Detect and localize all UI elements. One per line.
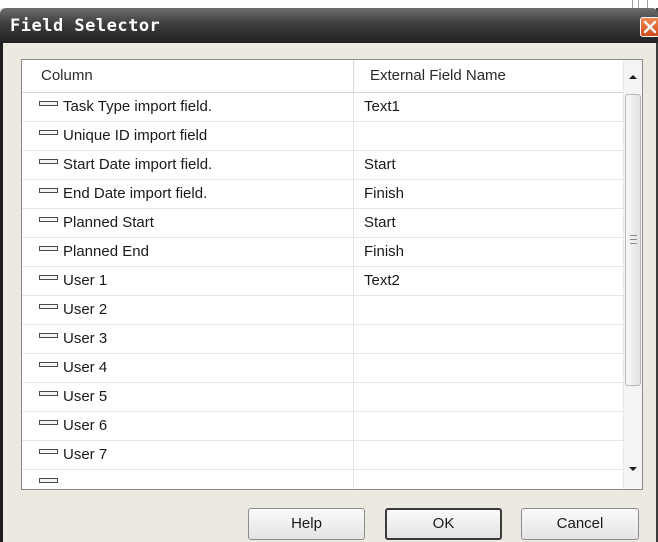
table-row[interactable]: Unique ID import field bbox=[22, 122, 623, 151]
table-row[interactable]: User 5 bbox=[22, 383, 623, 412]
background-strip bbox=[0, 0, 658, 8]
column-cell[interactable]: Task Type import field. bbox=[22, 93, 354, 121]
table-row[interactable]: User 2 bbox=[22, 296, 623, 325]
external-field-cell[interactable] bbox=[354, 470, 623, 489]
column-cell[interactable]: User 4 bbox=[22, 354, 354, 382]
chevron-up-icon bbox=[629, 75, 637, 79]
field-icon bbox=[39, 420, 58, 425]
field-icon bbox=[39, 449, 58, 454]
table-row[interactable]: User 6 bbox=[22, 412, 623, 441]
table-row[interactable]: Planned End Finish bbox=[22, 238, 623, 267]
external-field-cell[interactable] bbox=[354, 354, 623, 382]
column-cell[interactable]: User 7 bbox=[22, 441, 354, 469]
column-cell-label: Planned Start bbox=[63, 214, 154, 231]
column-header-external-field-name[interactable]: External Field Name bbox=[354, 60, 623, 92]
table-row[interactable]: User 4 bbox=[22, 354, 623, 383]
cancel-button[interactable]: Cancel bbox=[521, 508, 639, 540]
external-field-cell[interactable] bbox=[354, 296, 623, 324]
column-cell-label: User 1 bbox=[63, 272, 108, 289]
dialog-title: Field Selector bbox=[10, 16, 161, 36]
column-cell[interactable]: End Date import field. bbox=[22, 180, 354, 208]
close-icon bbox=[643, 20, 657, 34]
column-cell-label: Task Type import field. bbox=[63, 98, 212, 115]
grid-rows: Task Type import field. Text1 Unique ID im… bbox=[22, 93, 623, 489]
title-bar[interactable]: Field Selector bbox=[0, 8, 658, 43]
chevron-down-icon bbox=[629, 467, 637, 471]
grip-icon bbox=[630, 235, 637, 244]
column-cell-label: Start Date import field. bbox=[63, 156, 213, 173]
field-icon bbox=[39, 333, 58, 338]
field-grid: Column External Field Name Task Type imp… bbox=[21, 59, 643, 490]
help-button[interactable]: Help bbox=[248, 508, 365, 540]
field-icon bbox=[39, 217, 58, 222]
table-row[interactable]: User 3 bbox=[22, 325, 623, 354]
column-cell-label: User 6 bbox=[63, 417, 108, 434]
column-cell[interactable]: Planned Start bbox=[22, 209, 354, 237]
column-cell[interactable]: Unique ID import field bbox=[22, 122, 354, 150]
external-field-cell[interactable] bbox=[354, 383, 623, 411]
scroll-up-button[interactable] bbox=[624, 68, 642, 86]
column-cell[interactable]: Planned End bbox=[22, 238, 354, 266]
column-cell-label: Planned End bbox=[63, 243, 149, 260]
field-icon bbox=[39, 246, 58, 251]
close-button[interactable] bbox=[640, 17, 658, 37]
scrollbar-thumb[interactable] bbox=[625, 94, 641, 386]
column-cell-label: User 7 bbox=[63, 446, 108, 463]
column-cell-label: Unique ID import field bbox=[63, 127, 208, 144]
table-row[interactable]: User 7 bbox=[22, 441, 623, 470]
field-icon bbox=[39, 391, 58, 396]
external-field-cell[interactable] bbox=[354, 122, 623, 150]
column-cell[interactable]: User 1 bbox=[22, 267, 354, 295]
column-cell-label: User 4 bbox=[63, 359, 108, 376]
field-icon bbox=[39, 101, 58, 106]
ok-button[interactable]: OK bbox=[385, 508, 502, 540]
external-field-cell[interactable] bbox=[354, 325, 623, 353]
external-field-cell[interactable] bbox=[354, 412, 623, 440]
field-icon bbox=[39, 362, 58, 367]
table-row[interactable] bbox=[22, 470, 623, 489]
scroll-down-button[interactable] bbox=[624, 460, 642, 478]
external-field-cell[interactable]: Finish bbox=[354, 238, 623, 266]
external-field-cell[interactable] bbox=[354, 441, 623, 469]
column-cell[interactable]: Start Date import field. bbox=[22, 151, 354, 179]
vertical-scrollbar[interactable] bbox=[623, 60, 642, 489]
field-selector-dialog: Field Selector Column External Field Nam… bbox=[0, 8, 658, 542]
column-cell-label: End Date import field. bbox=[63, 185, 208, 202]
field-icon bbox=[39, 304, 58, 309]
grid-header: Column External Field Name bbox=[22, 60, 623, 93]
column-cell-label: User 5 bbox=[63, 388, 108, 405]
column-cell[interactable] bbox=[22, 470, 354, 489]
column-cell[interactable]: User 3 bbox=[22, 325, 354, 353]
field-icon bbox=[39, 275, 58, 280]
field-icon bbox=[39, 478, 58, 483]
table-row[interactable]: End Date import field. Finish bbox=[22, 180, 623, 209]
table-row[interactable]: Task Type import field. Text1 bbox=[22, 93, 623, 122]
table-row[interactable]: Start Date import field. Start bbox=[22, 151, 623, 180]
external-field-cell[interactable]: Start bbox=[354, 151, 623, 179]
external-field-cell[interactable]: Finish bbox=[354, 180, 623, 208]
column-cell[interactable]: User 6 bbox=[22, 412, 354, 440]
column-cell[interactable]: User 2 bbox=[22, 296, 354, 324]
table-row[interactable]: User 1 Text2 bbox=[22, 267, 623, 296]
column-cell[interactable]: User 5 bbox=[22, 383, 354, 411]
window-left-border bbox=[0, 43, 3, 542]
table-row[interactable]: Planned Start Start bbox=[22, 209, 623, 238]
grid-content: Column External Field Name Task Type imp… bbox=[22, 60, 623, 489]
field-icon bbox=[39, 188, 58, 193]
external-field-cell[interactable]: Text1 bbox=[354, 93, 623, 121]
field-icon bbox=[39, 130, 58, 135]
field-icon bbox=[39, 159, 58, 164]
external-field-cell[interactable]: Text2 bbox=[354, 267, 623, 295]
external-field-cell[interactable]: Start bbox=[354, 209, 623, 237]
column-cell-label: User 3 bbox=[63, 330, 108, 347]
column-header-column[interactable]: Column bbox=[22, 60, 354, 92]
column-cell-label: User 2 bbox=[63, 301, 108, 318]
